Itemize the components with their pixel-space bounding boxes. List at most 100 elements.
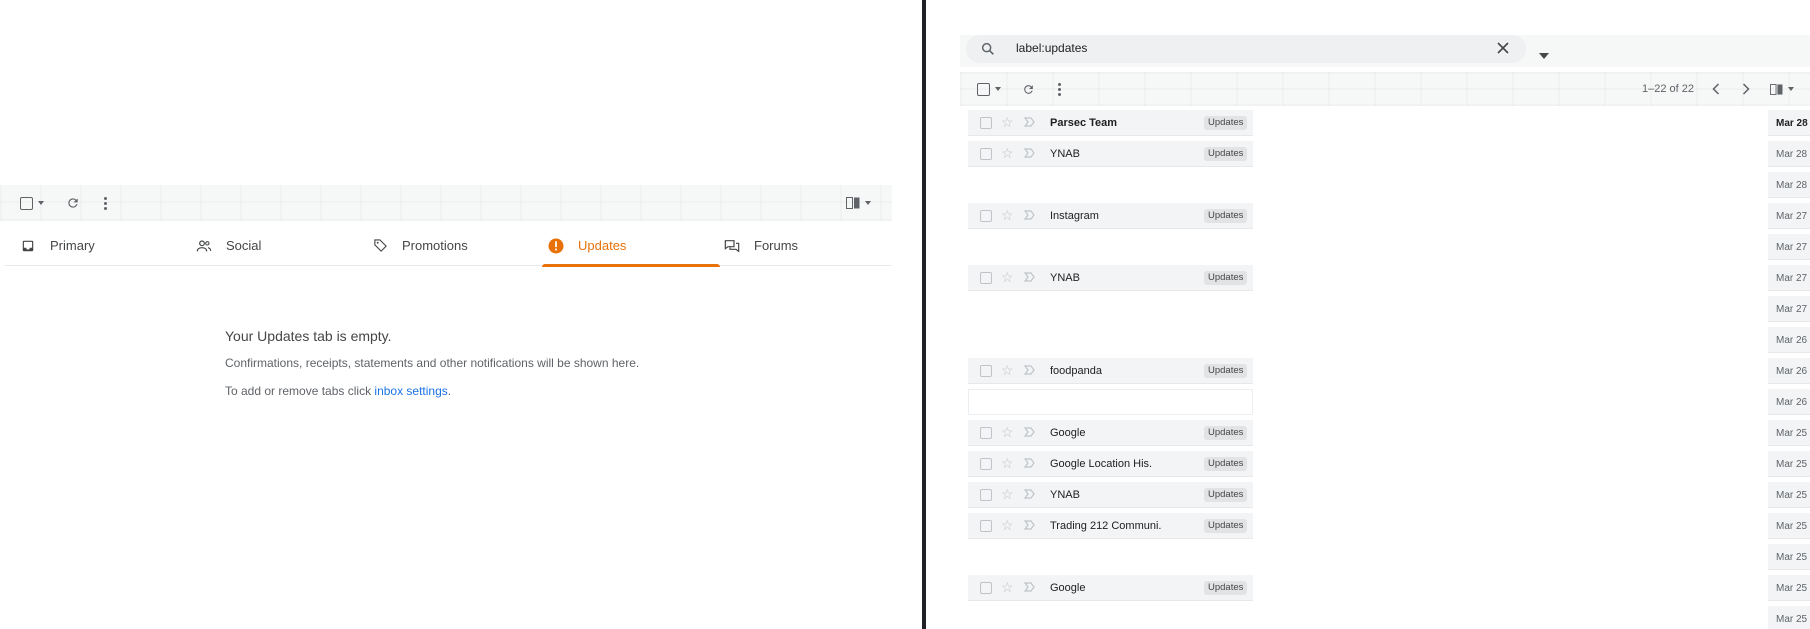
- inbox-icon: [20, 238, 36, 254]
- row-checkbox[interactable]: [980, 272, 992, 284]
- tab-primary[interactable]: Primary: [20, 225, 95, 266]
- email-row[interactable]: ☆ Instagram Updates Mar 27: [968, 203, 1810, 229]
- more-button[interactable]: [1058, 80, 1061, 98]
- next-page-button[interactable]: [1742, 80, 1750, 98]
- email-row[interactable]: Mar 26: [968, 327, 1810, 353]
- row-checkbox[interactable]: [980, 427, 992, 439]
- label-badge[interactable]: Updates: [1204, 426, 1248, 440]
- email-row[interactable]: Mar 25: [968, 544, 1810, 570]
- email-row[interactable]: ☆ foodpanda Updates Mar 26: [968, 358, 1810, 384]
- star-icon[interactable]: ☆: [1001, 115, 1014, 129]
- split-pane-toggle[interactable]: [1770, 80, 1794, 98]
- label-badge[interactable]: Updates: [1204, 581, 1248, 595]
- importance-marker-icon[interactable]: [1024, 458, 1035, 468]
- importance-marker-icon[interactable]: [1024, 520, 1035, 530]
- checkbox-icon: [977, 82, 990, 96]
- split-pane-toggle[interactable]: [846, 193, 871, 213]
- star-icon[interactable]: ☆: [1001, 518, 1014, 532]
- label-badge[interactable]: Updates: [1204, 457, 1248, 471]
- search-bar[interactable]: [966, 35, 1549, 63]
- importance-marker-icon[interactable]: [1024, 582, 1035, 592]
- email-row[interactable]: ☆ YNAB Updates Mar 28: [968, 141, 1810, 167]
- label-badge[interactable]: Updates: [1204, 271, 1248, 285]
- email-row[interactable]: ☆ YNAB Updates Mar 25: [968, 482, 1810, 508]
- inbox-settings-link[interactable]: inbox settings: [374, 384, 447, 398]
- more-vert-icon: [104, 196, 107, 210]
- tab-social[interactable]: Social: [196, 225, 261, 266]
- row-checkbox[interactable]: [980, 210, 992, 222]
- label-badge[interactable]: Updates: [1204, 147, 1248, 161]
- chevron-left-icon: [1712, 83, 1720, 95]
- email-row[interactable]: ☆ Trading 212 Communi. Updates Mar 25: [968, 513, 1810, 539]
- tab-label: Social: [226, 238, 262, 253]
- refresh-icon: [68, 198, 78, 208]
- row-checkbox[interactable]: [980, 365, 992, 377]
- email-row[interactable]: ☆ Google Updates Mar 25: [968, 420, 1810, 446]
- star-icon[interactable]: ☆: [1001, 208, 1014, 222]
- label-badge[interactable]: Updates: [1204, 488, 1248, 502]
- email-row[interactable]: ☆ Google Location His. Updates Mar 25: [968, 451, 1810, 477]
- row-checkbox[interactable]: [980, 458, 992, 470]
- split-pane-icon: [846, 197, 860, 209]
- importance-marker-icon[interactable]: [1024, 117, 1035, 127]
- label-badge[interactable]: Updates: [1204, 519, 1248, 533]
- email-date: Mar 28: [1776, 149, 1808, 160]
- email-row[interactable]: Mar 27: [968, 296, 1810, 322]
- importance-marker-icon[interactable]: [1024, 365, 1035, 375]
- importance-marker-icon[interactable]: [1024, 427, 1035, 437]
- search-options-icon[interactable]: [1539, 46, 1549, 64]
- label-badge[interactable]: Updates: [1204, 209, 1248, 223]
- search-icon[interactable]: [980, 41, 996, 62]
- importance-marker-icon[interactable]: [1024, 489, 1035, 499]
- star-icon[interactable]: ☆: [1001, 146, 1014, 160]
- row-checkbox[interactable]: [980, 520, 992, 532]
- chevron-down-icon: [38, 201, 44, 205]
- tab-forums[interactable]: Forums: [724, 225, 798, 266]
- close-icon[interactable]: [1496, 41, 1510, 60]
- star-icon[interactable]: ☆: [1001, 456, 1014, 470]
- pagination-text: 1–22 of 22: [1642, 83, 1694, 95]
- tab-updates[interactable]: Updates: [541, 225, 722, 267]
- importance-marker-icon[interactable]: [1024, 210, 1035, 220]
- email-sender: Google: [1050, 427, 1086, 439]
- select-all-checkbox[interactable]: [20, 193, 44, 213]
- refresh-button[interactable]: [66, 193, 80, 213]
- email-row[interactable]: Mar 25: [968, 606, 1810, 629]
- row-checkbox[interactable]: [980, 489, 992, 501]
- people-icon: [196, 238, 212, 254]
- importance-marker-icon[interactable]: [1024, 272, 1035, 282]
- more-button[interactable]: [104, 193, 107, 213]
- star-icon[interactable]: ☆: [1001, 363, 1014, 377]
- tab-promotions[interactable]: Promotions: [372, 225, 468, 266]
- email-date: Mar 27: [1776, 273, 1808, 284]
- email-row[interactable]: ☆ Google Updates Mar 25: [968, 575, 1810, 601]
- email-row[interactable]: ☆ Parsec Team Updates Mar 28: [968, 110, 1810, 136]
- star-icon[interactable]: ☆: [1001, 425, 1014, 439]
- email-sender: foodpanda: [1050, 365, 1102, 377]
- email-row[interactable]: ☆ YNAB Updates Mar 27: [968, 265, 1810, 291]
- email-sender: YNAB: [1050, 272, 1080, 284]
- email-row[interactable]: Mar 27: [968, 234, 1810, 260]
- label-badge[interactable]: Updates: [1204, 364, 1248, 378]
- refresh-button[interactable]: [1022, 80, 1035, 98]
- star-icon[interactable]: ☆: [1001, 270, 1014, 284]
- prev-page-button[interactable]: [1712, 80, 1720, 98]
- chevron-down-icon: [865, 201, 871, 205]
- star-icon[interactable]: ☆: [1001, 580, 1014, 594]
- label-badge[interactable]: Updates: [1204, 116, 1248, 130]
- email-date: Mar 25: [1776, 428, 1808, 439]
- tab-label: Primary: [50, 238, 95, 253]
- email-date: Mar 27: [1776, 211, 1808, 222]
- right-toolbar: 1–22 of 22: [960, 72, 1810, 106]
- email-date: Mar 25: [1776, 614, 1808, 625]
- email-row[interactable]: Mar 28: [968, 172, 1810, 198]
- row-checkbox[interactable]: [980, 117, 992, 129]
- importance-marker-icon[interactable]: [1024, 148, 1035, 158]
- empty-description: Confirmations, receipts, statements and …: [225, 356, 640, 370]
- email-row[interactable]: Mar 26: [968, 389, 1810, 415]
- select-all-checkbox[interactable]: [977, 80, 1001, 98]
- row-checkbox[interactable]: [980, 148, 992, 160]
- star-icon[interactable]: ☆: [1001, 487, 1014, 501]
- row-checkbox[interactable]: [980, 582, 992, 594]
- search-input[interactable]: [1016, 41, 1436, 55]
